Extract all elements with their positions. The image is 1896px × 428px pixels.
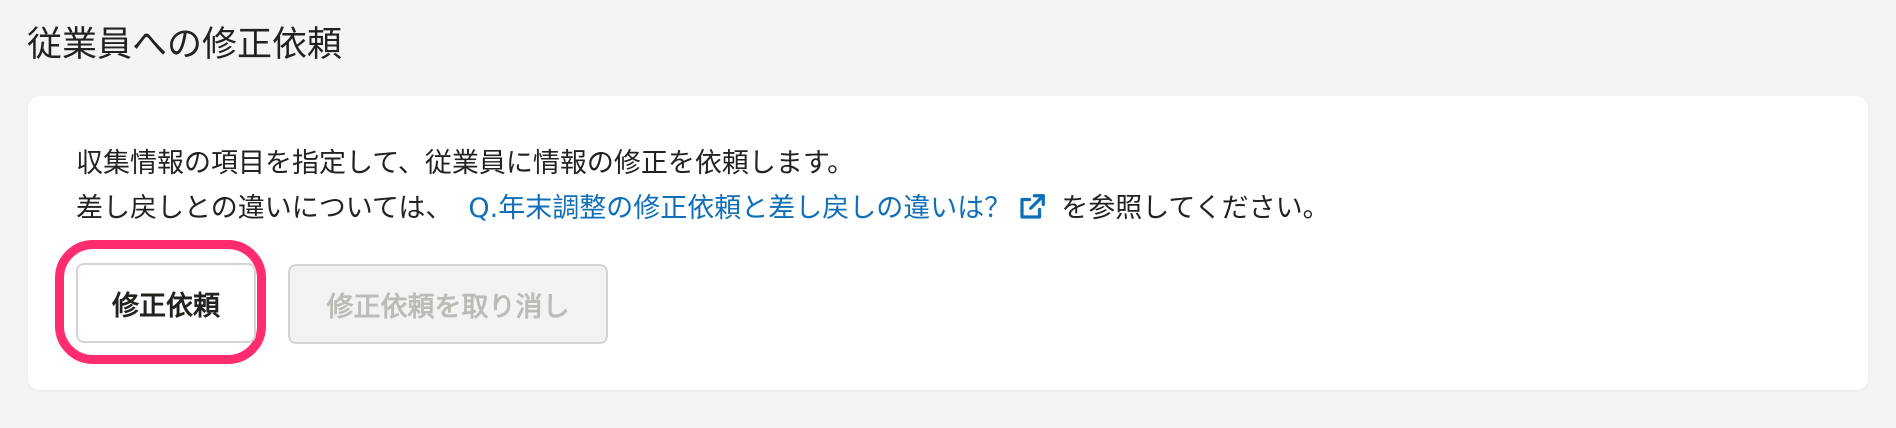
help-link[interactable]: Q.年末調整の修正依頼と差し戻しの違いは？ [468,193,1061,224]
section-title: 従業員への修正依頼 [27,25,343,65]
help-link-label: Q.年末調整の修正依頼と差し戻しの違いは？ [468,193,1012,224]
description-line-1: 収集情報の項目を指定して、従業員に情報の修正を依頼します。 [76,148,855,179]
description-prefix: 差し戻しとの違いについては、 [76,193,453,224]
correction-request-card [28,96,1868,390]
description-suffix: を参照してください。 [1061,193,1330,224]
description-line-2: 差し戻しとの違いについては、 Q.年末調整の修正依頼と差し戻しの違いは？ を参照して… [76,189,1330,229]
cancel-correction-request-button[interactable]: 修正依頼を取り消し [288,264,608,344]
external-link-icon [1020,194,1046,219]
request-correction-button[interactable]: 修正依頼 [76,263,256,343]
